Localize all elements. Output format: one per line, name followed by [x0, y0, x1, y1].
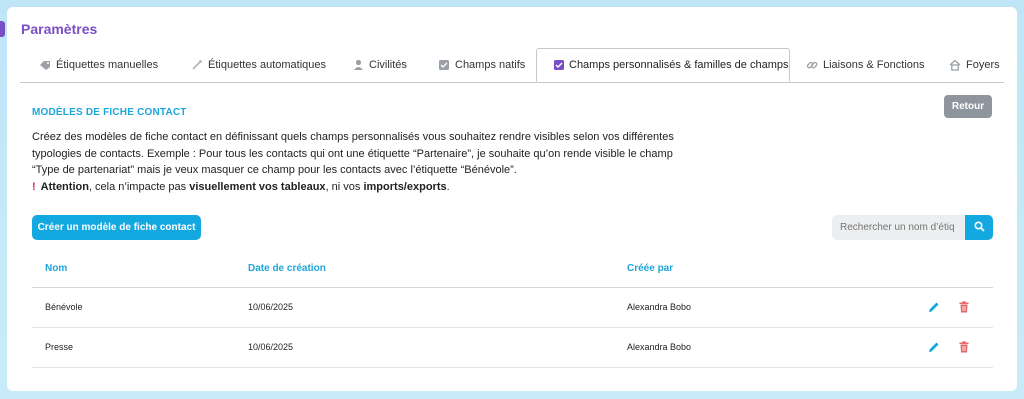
tab-label: Civilités	[369, 59, 407, 71]
warning-text-1: , cela n’impacte pas	[88, 181, 190, 193]
templates-table: Nom Date de création Créée par Bénévole …	[32, 251, 993, 368]
header-name[interactable]: Nom	[45, 263, 67, 274]
warning-bold-1: visuellement vos tableaux	[189, 181, 326, 193]
home-icon	[948, 58, 962, 72]
delete-icon[interactable]	[957, 340, 971, 354]
search-icon	[973, 219, 985, 237]
search-button[interactable]	[965, 215, 993, 240]
tab-label: Étiquettes manuelles	[56, 59, 159, 71]
cell-creator: Alexandra Bobo	[627, 342, 692, 352]
warning-bold-2: imports/exports	[363, 181, 447, 193]
warning-lead: Attention	[40, 181, 89, 193]
edit-icon[interactable]	[927, 340, 941, 354]
header-date[interactable]: Date de création	[248, 263, 326, 274]
tag-icon	[38, 58, 52, 72]
tab-etiquettes-automatiques[interactable]: Étiquettes automatiques	[190, 48, 326, 82]
cell-name: Presse	[45, 342, 74, 352]
left-accent-bar	[0, 21, 5, 37]
section-title: MODÈLES DE FICHE CONTACT	[32, 107, 187, 118]
search-input[interactable]	[832, 215, 965, 240]
wand-icon	[190, 58, 204, 72]
tab-label: Liaisons & Fonctions	[823, 59, 925, 71]
cell-name: Bénévole	[45, 302, 83, 312]
tab-label: Champs natifs	[455, 59, 526, 71]
page-title: Paramètres	[21, 21, 98, 37]
checkbox-icon	[437, 58, 451, 72]
edit-icon[interactable]	[927, 300, 941, 314]
table-row: Presse 10/06/2025 Alexandra Bobo	[32, 328, 993, 368]
tab-label: Foyers	[966, 59, 1000, 71]
create-template-button[interactable]: Créer un modèle de fiche contact	[32, 215, 201, 240]
warning-note: ! Attention, cela n’impacte pas visuellem…	[32, 181, 450, 193]
tab-label: Étiquettes automatiques	[208, 59, 327, 71]
person-icon	[351, 58, 365, 72]
tab-etiquettes-manuelles[interactable]: Étiquettes manuelles	[38, 48, 158, 82]
checkbox-checked-icon	[553, 58, 565, 72]
back-button[interactable]: Retour	[944, 95, 992, 118]
table-header: Nom Date de création Créée par	[32, 251, 993, 288]
settings-card: Paramètres Étiquettes manuelles Étiquett…	[7, 7, 1017, 391]
table-row: Bénévole 10/06/2025 Alexandra Bobo	[32, 288, 993, 328]
settings-tabs: Étiquettes manuelles Étiquettes automati…	[20, 48, 1004, 83]
tab-champs-natifs[interactable]: Champs natifs	[437, 48, 525, 82]
link-icon	[805, 58, 819, 72]
tab-civilites[interactable]: Civilités	[351, 48, 407, 82]
cell-creator: Alexandra Bobo	[627, 302, 692, 312]
delete-icon[interactable]	[957, 300, 971, 314]
tab-champs-personnalises[interactable]: Champs personnalisés & familles de champ…	[536, 48, 790, 82]
warning-text-2: , ni vos	[325, 181, 364, 193]
tab-liaisons-fonctions[interactable]: Liaisons & Fonctions	[805, 48, 925, 82]
tab-foyers[interactable]: Foyers	[948, 48, 1000, 82]
header-creator[interactable]: Créée par	[627, 263, 673, 274]
warning-text-3: .	[446, 181, 450, 193]
tab-label: Champs personnalisés & familles de champ…	[569, 59, 789, 71]
section-description: Créez des modèles de fiche contact en dé…	[32, 131, 674, 176]
cell-date: 10/06/2025	[248, 302, 294, 312]
cell-date: 10/06/2025	[248, 342, 294, 352]
exclamation-icon: !	[32, 181, 36, 193]
